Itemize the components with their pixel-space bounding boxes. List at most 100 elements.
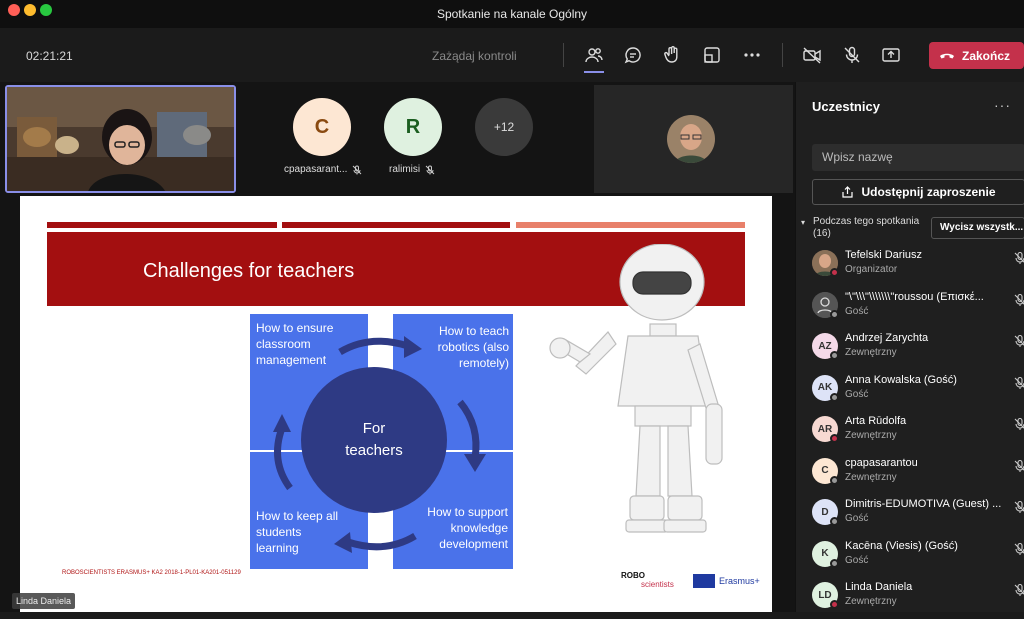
- window-title: Spotkanie na kanale Ogólny: [436, 7, 588, 21]
- section-count: (16): [813, 228, 831, 239]
- participant-name: Tefelski Dariusz: [845, 249, 923, 261]
- mic-off-icon: [1014, 542, 1024, 555]
- overflow-participants-button[interactable]: +12: [475, 98, 533, 156]
- mic-off-icon: [425, 165, 435, 174]
- participant-search-input[interactable]: Wpisz nazwę: [812, 144, 1024, 171]
- participant-role: Gość: [845, 305, 869, 317]
- mic-off-icon: [1014, 417, 1024, 430]
- section-header[interactable]: ▾ Podczas tego spotkania (16): [801, 216, 920, 240]
- participant-name: Arta Rūdolfa: [845, 415, 907, 427]
- share-screen-button[interactable]: [878, 42, 904, 68]
- participant-role: Organizator: [845, 264, 898, 275]
- participant-row[interactable]: Ccpapasarantou Zewnętrzny: [812, 455, 1024, 495]
- participant-name: "\"\\\"\\\\\\\"roussou (Επισκέ...: [845, 290, 984, 303]
- erasmus-logo: Erasmus+: [693, 574, 760, 588]
- participant-name: cpapasarantou: [845, 456, 918, 469]
- center-circle-line: For: [362, 420, 386, 437]
- presence-dot: [830, 392, 839, 402]
- presence-dot: [830, 475, 839, 485]
- share-invite-button[interactable]: Udostępnij zaproszenie: [812, 179, 1024, 205]
- presence-dot: [830, 351, 839, 360]
- reactions-icon: [664, 46, 678, 63]
- roboscientists-logo: ROBO scientists: [621, 571, 674, 589]
- webcam-feed-image: [7, 87, 234, 191]
- more-icon: [744, 53, 760, 57]
- presence-dot: [830, 309, 839, 319]
- participant-name: Kacēna (Viesis) (Gość): [845, 539, 958, 552]
- avatar: C: [293, 98, 351, 156]
- participant-row[interactable]: AK Anna Kowalska (Gość) Gość: [812, 372, 1024, 412]
- participants-button[interactable]: [581, 42, 607, 68]
- presence-dot: [830, 558, 839, 568]
- center-circle: For teachers: [301, 367, 447, 513]
- mic-off-icon: [1014, 583, 1024, 596]
- mic-off-icon: [1014, 334, 1024, 347]
- participant-tile-name: cpapasarant...: [284, 164, 348, 175]
- share-icon: [882, 48, 900, 62]
- share-arrow-icon: [842, 185, 854, 198]
- reactions-button[interactable]: [659, 42, 685, 68]
- mic-off-icon: [353, 165, 362, 174]
- participant-role: Zewnętrzny: [845, 596, 897, 607]
- end-call-button[interactable]: Zakończ: [929, 42, 1024, 69]
- participant-name: Dimitris-EDUMOTIVA (Guest) ...: [845, 498, 1002, 510]
- panel-title: Uczestnicy: [812, 99, 880, 114]
- title-bar: Spotkanie na kanale Ogólny: [0, 0, 1024, 28]
- phone-hangup-icon: [940, 53, 954, 58]
- mic-off-icon: [844, 46, 860, 63]
- chat-button[interactable]: [620, 42, 646, 68]
- rooms-icon: [704, 47, 720, 63]
- presence-dot: [830, 268, 839, 277]
- participant-row[interactable]: LD Linda Daniela Zewnętrzny: [812, 579, 1024, 619]
- participant-row[interactable]: AR Arta Rūdolfa Zewnętrzny: [812, 413, 1024, 453]
- share-invite-label: Udostępnij zaproszenie: [861, 185, 996, 199]
- camera-off-icon: [803, 47, 821, 64]
- panel-more-button[interactable]: ···: [994, 97, 1011, 113]
- presence-dot: [830, 600, 839, 609]
- participant-role: Zewnętrzny: [845, 347, 897, 358]
- rooms-button[interactable]: [699, 42, 725, 68]
- participant-tile-name: ralimisi: [389, 164, 421, 175]
- participant-name: Andrzej Zarychta: [845, 332, 929, 344]
- participant-role: Gość: [845, 388, 869, 400]
- mic-off-icon: [1014, 459, 1024, 472]
- participant-role: Zewnętrzny: [845, 471, 897, 483]
- participant-row[interactable]: D Dimitris-EDUMOTIVA (Guest) ... Gość: [812, 496, 1024, 536]
- participants-icon: [585, 48, 603, 63]
- participant-role: Gość: [845, 513, 869, 524]
- mic-off-icon: [1014, 376, 1024, 389]
- more-actions-button[interactable]: [739, 42, 765, 68]
- end-call-label: Zakończ: [962, 48, 1011, 63]
- camera-toggle-button[interactable]: [799, 42, 825, 68]
- request-control-button[interactable]: Zażądaj kontroli: [432, 49, 517, 63]
- mic-off-icon: [1014, 251, 1024, 264]
- participant-photo: [667, 115, 715, 163]
- meeting-stage: C cpapasarant... R ralimisi +12 Challeng…: [0, 82, 795, 612]
- mic-off-icon: [1014, 293, 1024, 306]
- remote-video-tile[interactable]: [594, 85, 793, 193]
- mic-off-icon: [1014, 500, 1024, 513]
- mute-all-button[interactable]: Wycisz wszystk...: [931, 217, 1024, 239]
- mic-toggle-button[interactable]: [839, 42, 865, 68]
- shared-slide: Challenges for teachers How to ensure cl…: [20, 196, 772, 612]
- collapse-icon: ▾: [801, 218, 806, 227]
- presence-dot: [830, 517, 839, 526]
- robot-illustration: [549, 244, 723, 533]
- participant-name: Linda Daniela: [845, 581, 913, 593]
- participants-panel: Uczestnicy ··· Wpisz nazwę Udostępnij za…: [795, 82, 1024, 612]
- self-video-tile[interactable]: [5, 85, 236, 193]
- participant-row[interactable]: "\"\\\"\\\\\\\"roussou (Επισκέ... Gość: [812, 289, 1024, 329]
- participant-name: Anna Kowalska (Gość): [845, 373, 957, 386]
- participant-role: Zewnętrzny: [845, 430, 897, 441]
- avatar: R: [384, 98, 442, 156]
- participant-row[interactable]: Tefelski Dariusz Organizator: [812, 247, 1024, 287]
- participant-role: Gość: [845, 554, 869, 566]
- section-label: Podczas tego spotkania: [813, 216, 920, 227]
- participant-row[interactable]: AZ Andrzej Zarychta Zewnętrzny: [812, 330, 1024, 370]
- speaker-name-label: Linda Daniela: [12, 593, 76, 609]
- presence-dot: [830, 434, 839, 443]
- center-circle-line: teachers: [345, 442, 403, 459]
- slide-footer-note: ROBOSCIENTISTS ERASMUS+ KA2 2018-1-PL01-…: [62, 570, 241, 576]
- meeting-timer: 02:21:21: [26, 49, 73, 63]
- participant-row[interactable]: K Kacēna (Viesis) (Gość) Gość: [812, 538, 1024, 578]
